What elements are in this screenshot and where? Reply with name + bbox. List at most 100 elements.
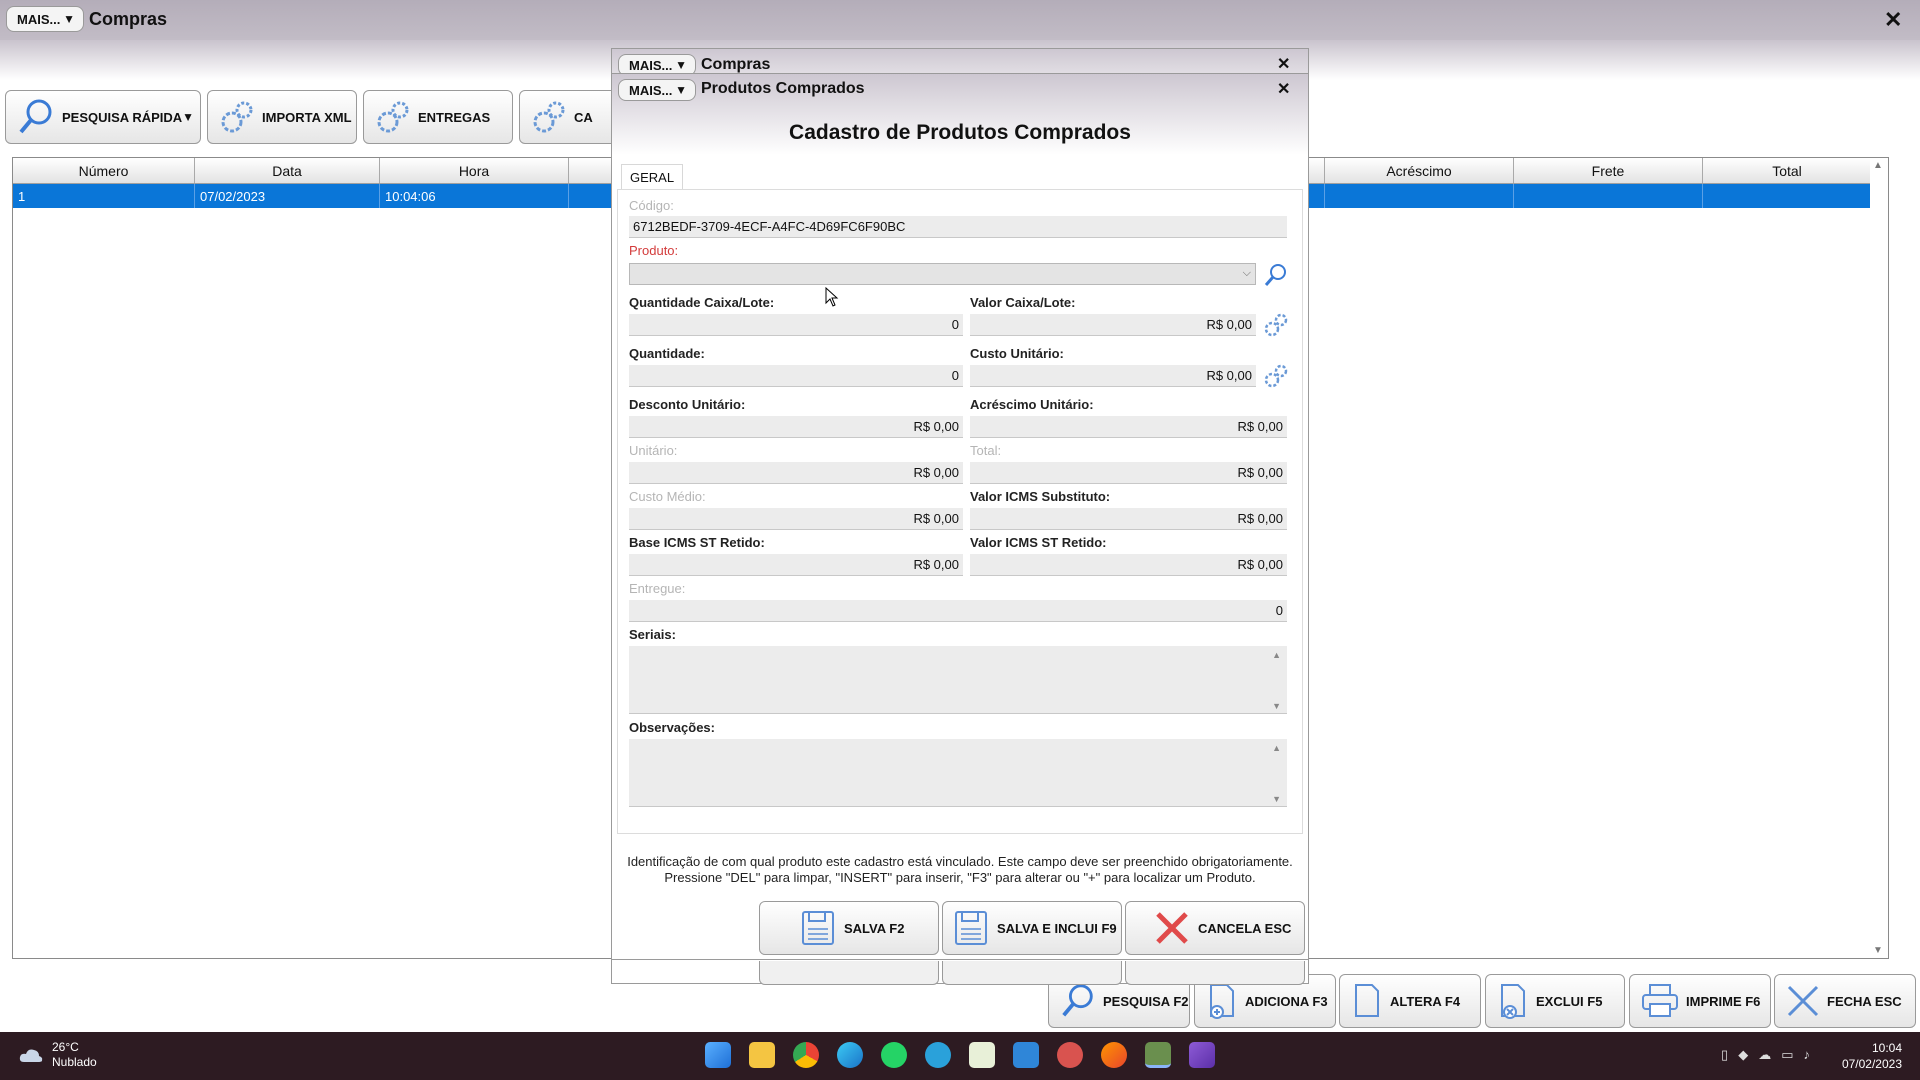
- weather-widget[interactable]: 26°C Nublado: [18, 1040, 97, 1070]
- tab-geral[interactable]: GERAL: [621, 164, 684, 190]
- printer-icon: [1642, 984, 1678, 1017]
- chevron-down-icon: ▼: [63, 12, 75, 26]
- scroll-down-icon[interactable]: ▼: [1272, 701, 1281, 711]
- file-explorer-icon[interactable]: [749, 1042, 775, 1068]
- quantidade-field[interactable]: 0: [629, 365, 963, 387]
- gear-icon[interactable]: [1262, 312, 1290, 338]
- partial-toolbar-button[interactable]: CA: [519, 90, 619, 144]
- scroll-up-icon[interactable]: ▲: [1873, 160, 1883, 171]
- add-f3-label: ADICIONA F3: [1245, 993, 1328, 1009]
- observacoes-textarea[interactable]: ▲ ▼: [629, 739, 1287, 807]
- grid-scrollbar[interactable]: ▲ ▼: [1870, 158, 1888, 958]
- col-numero[interactable]: Número: [13, 158, 195, 183]
- close-esc-button[interactable]: FECHA ESC: [1774, 974, 1916, 1028]
- main-window-title: Compras: [89, 9, 168, 29]
- dropdown-arrow-icon[interactable]: ▼: [182, 110, 194, 124]
- col-hora[interactable]: Hora: [380, 158, 569, 183]
- seriais-textarea[interactable]: ▲ ▼: [629, 646, 1287, 714]
- observacoes-label: Observações:: [629, 720, 715, 735]
- network-icon[interactable]: ▭: [1781, 1047, 1793, 1063]
- save-include-f9-button[interactable]: SALVA E INCLUI F9: [942, 901, 1122, 955]
- produtos-close-icon[interactable]: ✕: [1277, 82, 1290, 98]
- produtos-comprados-dialog: MAIS... ▼ Produtos Comprados ✕ Cadastro …: [611, 73, 1309, 960]
- telegram-icon[interactable]: [925, 1042, 951, 1068]
- chevron-down-icon: ▼: [675, 58, 687, 72]
- mail-icon[interactable]: [1013, 1042, 1039, 1068]
- produto-label: Produto:: [629, 243, 679, 258]
- cell-data: 07/02/2023: [195, 184, 380, 208]
- scroll-down-icon[interactable]: ▼: [1272, 794, 1281, 804]
- col-total[interactable]: Total: [1703, 158, 1872, 183]
- valor-icms-retido-label: Valor ICMS ST Retido:: [970, 535, 1107, 550]
- valor-icms-retido-field[interactable]: R$ 0,00: [970, 554, 1287, 576]
- import-xml-label: IMPORTA XML: [262, 109, 352, 125]
- deliveries-button[interactable]: ENTREGAS: [363, 90, 513, 144]
- weather-condition: Nublado: [52, 1055, 97, 1069]
- search-f2-label: PESQUISA F2: [1103, 993, 1189, 1009]
- app-red-icon[interactable]: [1057, 1042, 1083, 1068]
- seriais-label: Seriais:: [629, 627, 676, 642]
- deliveries-label: ENTREGAS: [418, 109, 491, 125]
- save-icon: [802, 911, 834, 945]
- scroll-up-icon[interactable]: ▲: [1272, 650, 1281, 660]
- document-delete-icon: [1501, 984, 1525, 1019]
- qtd-caixa-field[interactable]: 0: [629, 314, 963, 336]
- close-icon: [1787, 985, 1819, 1017]
- clock[interactable]: 10:04 07/02/2023: [1842, 1040, 1902, 1072]
- scroll-down-icon[interactable]: ▼: [1873, 945, 1883, 956]
- scroll-up-icon[interactable]: ▲: [1272, 743, 1281, 753]
- gear-icon: [533, 101, 565, 133]
- icms-substituto-field[interactable]: R$ 0,00: [970, 508, 1287, 530]
- print-f6-button[interactable]: IMPRIME F6: [1629, 974, 1771, 1028]
- col-data[interactable]: Data: [195, 158, 380, 183]
- delete-f5-button[interactable]: EXCLUI F5: [1485, 974, 1625, 1028]
- main-mais-button[interactable]: MAIS... ▼: [6, 6, 84, 32]
- erp-app-icon[interactable]: [1145, 1042, 1171, 1068]
- desconto-field[interactable]: R$ 0,00: [629, 416, 963, 438]
- volume-icon[interactable]: ♪: [1804, 1047, 1811, 1063]
- usb-icon[interactable]: ▯: [1721, 1047, 1728, 1063]
- import-xml-button[interactable]: IMPORTA XML: [207, 90, 357, 144]
- produto-combobox[interactable]: ⌵: [629, 263, 1256, 285]
- shield-icon[interactable]: ◆: [1738, 1047, 1748, 1063]
- acrescimo-field[interactable]: R$ 0,00: [970, 416, 1287, 438]
- cell-total: [1703, 184, 1872, 208]
- custo-unitario-field[interactable]: R$ 0,00: [970, 365, 1256, 387]
- col-acrescimo[interactable]: Acréscimo: [1325, 158, 1514, 183]
- save-f2-button[interactable]: SALVA F2: [759, 901, 939, 955]
- base-icms-field[interactable]: R$ 0,00: [629, 554, 963, 576]
- produtos-mais-label: MAIS...: [629, 82, 673, 98]
- edge-icon[interactable]: [837, 1042, 863, 1068]
- search-icon[interactable]: [1263, 262, 1289, 288]
- base-icms-label: Base ICMS ST Retido:: [629, 535, 765, 550]
- chevron-down-icon[interactable]: ⌵: [1243, 267, 1251, 280]
- windows-start-icon[interactable]: [705, 1042, 731, 1068]
- spreadsheet-icon[interactable]: [969, 1042, 995, 1068]
- chrome-icon[interactable]: [793, 1042, 819, 1068]
- edit-f4-button[interactable]: ALTERA F4: [1339, 974, 1481, 1028]
- valor-caixa-field[interactable]: R$ 0,00: [970, 314, 1256, 336]
- quick-search-button[interactable]: PESQUISA RÁPIDA ▼: [5, 90, 201, 144]
- compras-mais-label: MAIS...: [629, 57, 673, 73]
- produtos-mais-button[interactable]: MAIS... ▼: [618, 79, 696, 101]
- taskbar: 26°C Nublado ▯ ◆ ☁ ▭ ♪ 10:04 07/02/2023: [0, 1032, 1920, 1080]
- main-close-icon[interactable]: ✕: [1884, 9, 1902, 31]
- whatsapp-icon[interactable]: [881, 1042, 907, 1068]
- media-app-icon[interactable]: [1189, 1042, 1215, 1068]
- mouse-cursor-icon: [825, 287, 839, 307]
- main-mais-label: MAIS...: [17, 11, 61, 27]
- gear-icon: [221, 101, 253, 133]
- ghost-save-include-button: [942, 961, 1122, 985]
- chevron-down-icon: ▼: [675, 83, 687, 97]
- icms-substituto-label: Valor ICMS Substituto:: [970, 489, 1111, 504]
- custo-unitario-label: Custo Unitário:: [970, 346, 1064, 361]
- dialog-heading: Cadastro de Produtos Comprados: [789, 121, 1131, 144]
- clock-time: 10:04: [1871, 1041, 1902, 1055]
- col-frete[interactable]: Frete: [1514, 158, 1703, 183]
- compras-close-icon[interactable]: ✕: [1277, 57, 1290, 73]
- firefox-icon[interactable]: [1101, 1042, 1127, 1068]
- save-include-f9-label: SALVA E INCLUI F9: [997, 920, 1117, 936]
- gear-icon[interactable]: [1262, 363, 1290, 389]
- onedrive-icon[interactable]: ☁: [1758, 1047, 1771, 1063]
- cancel-esc-button[interactable]: CANCELA ESC: [1125, 901, 1305, 955]
